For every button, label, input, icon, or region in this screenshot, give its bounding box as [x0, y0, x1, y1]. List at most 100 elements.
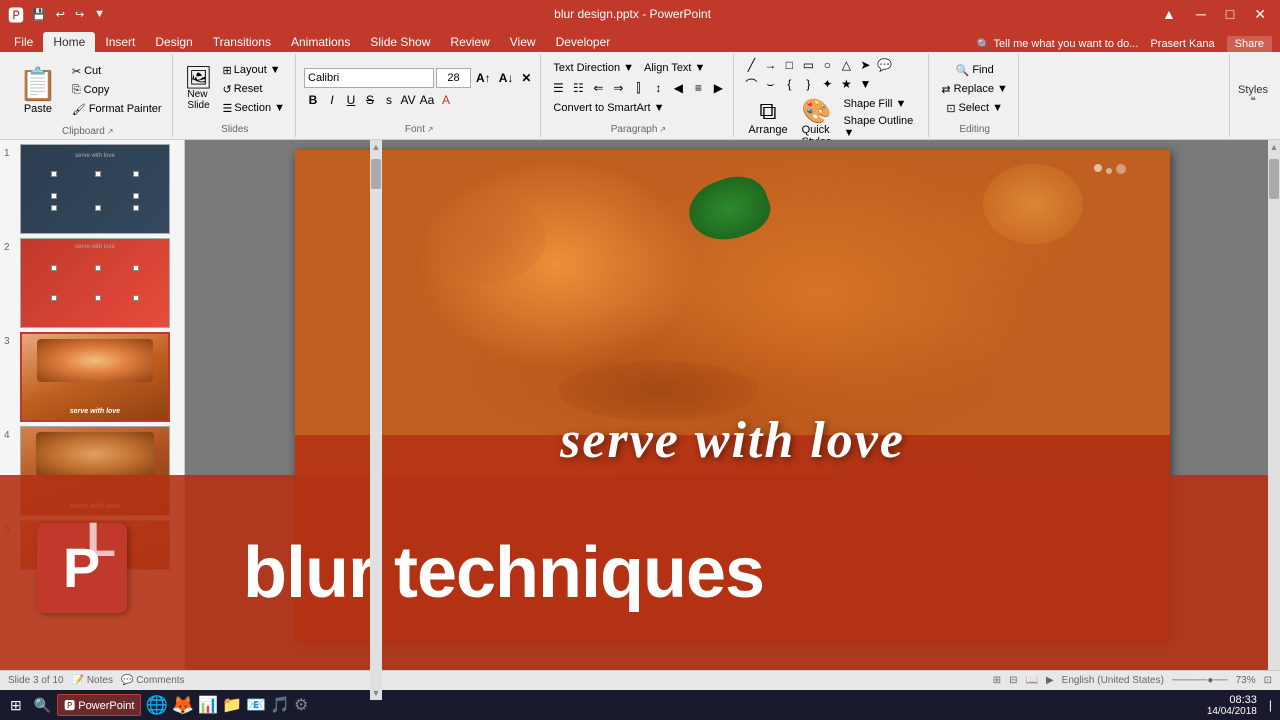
numbered-list-button[interactable]: ☷: [569, 79, 587, 97]
oval-tool[interactable]: ○: [818, 56, 836, 74]
slide-thumbnail[interactable]: serve with love: [20, 332, 170, 422]
tab-review[interactable]: Review: [440, 32, 499, 52]
slide-thumbnail[interactable]: serve with love: [20, 144, 170, 234]
user-account[interactable]: Prasert Kana: [1150, 38, 1214, 50]
zoom-slider[interactable]: ─────●──: [1172, 675, 1228, 686]
section-button[interactable]: ☰ Section ▼: [219, 100, 290, 117]
shape-tool-6[interactable]: ✦: [818, 75, 836, 93]
tab-slideshow[interactable]: Slide Show: [360, 32, 440, 52]
view-reading-button[interactable]: 📖: [1026, 675, 1038, 686]
taskbar-app-2[interactable]: 📧: [246, 695, 266, 715]
paste-button[interactable]: 📋 Paste: [10, 56, 66, 124]
view-slideshow-button[interactable]: ▶: [1046, 675, 1054, 686]
strikethrough-button[interactable]: S: [361, 91, 379, 109]
start-button[interactable]: ⊞: [4, 695, 28, 716]
arrow-tool[interactable]: →: [761, 56, 779, 74]
tab-design[interactable]: Design: [145, 32, 202, 52]
reset-button[interactable]: ↺ Reset: [219, 81, 290, 98]
change-case-button[interactable]: Aa: [418, 91, 436, 109]
shape-tool-7[interactable]: ★: [837, 75, 855, 93]
notes-button[interactable]: 📝 Notes: [72, 675, 113, 686]
taskbar-app-3[interactable]: 🎵: [270, 695, 290, 715]
right-scroll-thumb[interactable]: [1269, 159, 1279, 199]
taskbar-app-4[interactable]: ⚙: [294, 695, 308, 715]
decrease-font-size-button[interactable]: A↓: [496, 70, 517, 86]
align-center-button[interactable]: ≡: [689, 79, 707, 97]
share-button[interactable]: Share: [1227, 36, 1272, 52]
taskbar-app-1[interactable]: 📁: [222, 695, 242, 715]
redo-button[interactable]: ↪: [71, 6, 88, 23]
comments-button[interactable]: 💬 Comments: [121, 675, 185, 686]
font-color-button[interactable]: A: [437, 91, 455, 109]
char-spacing-button[interactable]: AV: [399, 91, 417, 109]
new-slide-button[interactable]: 🖼 NewSlide: [181, 65, 217, 113]
align-text-button[interactable]: Align Text ▼: [640, 60, 709, 76]
serve-with-love-text[interactable]: serve with love: [560, 411, 905, 470]
view-normal-button[interactable]: ⊞: [993, 675, 1001, 686]
find-button[interactable]: 🔍 Find: [952, 62, 998, 79]
shape-outline-button[interactable]: Shape Outline ▼: [840, 113, 923, 141]
text-direction-button[interactable]: Text Direction ▼: [549, 60, 638, 76]
convert-smartart-button[interactable]: Convert to SmartArt ▼: [549, 100, 668, 116]
customize-qat-button[interactable]: ▼: [90, 6, 109, 22]
rounded-rect-tool[interactable]: ▭: [799, 56, 817, 74]
right-arrow-shape[interactable]: ➤: [856, 56, 874, 74]
shape-more-button[interactable]: ▼: [856, 75, 874, 93]
tab-developer[interactable]: Developer: [546, 32, 621, 52]
clipboard-expand-icon[interactable]: ↗: [107, 127, 114, 136]
scroll-up-arrow[interactable]: ▲: [370, 140, 383, 154]
ribbon-collapse-button[interactable]: ▲: [1156, 4, 1182, 24]
layout-button[interactable]: ⊞ Layout ▼: [219, 62, 290, 79]
undo-button[interactable]: ↩: [52, 6, 69, 23]
copy-button[interactable]: ⎘ Copy: [68, 82, 166, 99]
shape-tool-2[interactable]: ⌒: [742, 75, 760, 93]
minimize-button[interactable]: ─: [1190, 4, 1212, 24]
triangle-tool[interactable]: △: [837, 56, 855, 74]
shadow-button[interactable]: s: [380, 91, 398, 109]
increase-indent-button[interactable]: ⇒: [609, 79, 627, 97]
decrease-indent-button[interactable]: ⇐: [589, 79, 607, 97]
save-button[interactable]: 💾: [28, 6, 50, 23]
taskbar-browser-1[interactable]: 🌐: [145, 695, 167, 716]
taskbar-browser-2[interactable]: 🦊: [172, 695, 194, 716]
underline-button[interactable]: U: [342, 91, 360, 109]
scroll-thumb[interactable]: [371, 159, 381, 189]
font-expand-icon[interactable]: ↗: [427, 125, 434, 134]
italic-button[interactable]: I: [323, 91, 341, 109]
replace-button[interactable]: ⇄ Replace ▼: [937, 81, 1012, 98]
tab-animations[interactable]: Animations: [281, 32, 360, 52]
taskbar-search[interactable]: 🔍: [32, 695, 53, 716]
clear-formatting-button[interactable]: ✕: [518, 70, 534, 86]
fit-to-window-button[interactable]: ⊡: [1264, 675, 1272, 686]
styles-button[interactable]: Styles ❝: [1229, 54, 1276, 137]
show-desktop-button[interactable]: |: [1265, 696, 1276, 714]
select-button[interactable]: ⊡ Select ▼: [942, 100, 1007, 117]
line-spacing-button[interactable]: ↕: [649, 79, 667, 97]
slide-item-active[interactable]: 3 serve with love: [4, 332, 180, 422]
callout-tool[interactable]: 💬: [875, 56, 893, 74]
taskbar-excel[interactable]: 📊: [198, 695, 218, 715]
rect-tool[interactable]: □: [780, 56, 798, 74]
tell-me-button[interactable]: 🔍 Tell me what you want to do...: [977, 38, 1139, 51]
column-button[interactable]: ⫿: [629, 79, 647, 97]
tab-file[interactable]: File: [4, 32, 43, 52]
slide-item[interactable]: 2 serve with love: [4, 238, 180, 328]
tab-insert[interactable]: Insert: [95, 32, 145, 52]
bold-button[interactable]: B: [304, 91, 322, 109]
shape-tool-3[interactable]: ⌣: [761, 75, 779, 93]
cut-button[interactable]: ✂ Cut: [68, 63, 166, 80]
align-right-button[interactable]: ▶: [709, 79, 727, 97]
paragraph-expand-icon[interactable]: ↗: [659, 125, 666, 134]
taskbar-powerpoint[interactable]: 🅿 PowerPoint: [57, 694, 141, 716]
shape-fill-button[interactable]: Shape Fill ▼: [840, 96, 923, 112]
shape-tool-5[interactable]: }: [799, 75, 817, 93]
line-tool[interactable]: ╱: [742, 56, 760, 74]
bullet-list-button[interactable]: ☰: [549, 79, 567, 97]
font-name-input[interactable]: [304, 68, 434, 88]
restore-button[interactable]: □: [1220, 4, 1240, 24]
slide-item[interactable]: 1 serve with love: [4, 144, 180, 234]
tab-home[interactable]: Home: [43, 32, 95, 52]
shape-tool-4[interactable]: {: [780, 75, 798, 93]
view-slide-sorter-button[interactable]: ⊟: [1009, 675, 1017, 686]
align-left-button[interactable]: ◀: [669, 79, 687, 97]
